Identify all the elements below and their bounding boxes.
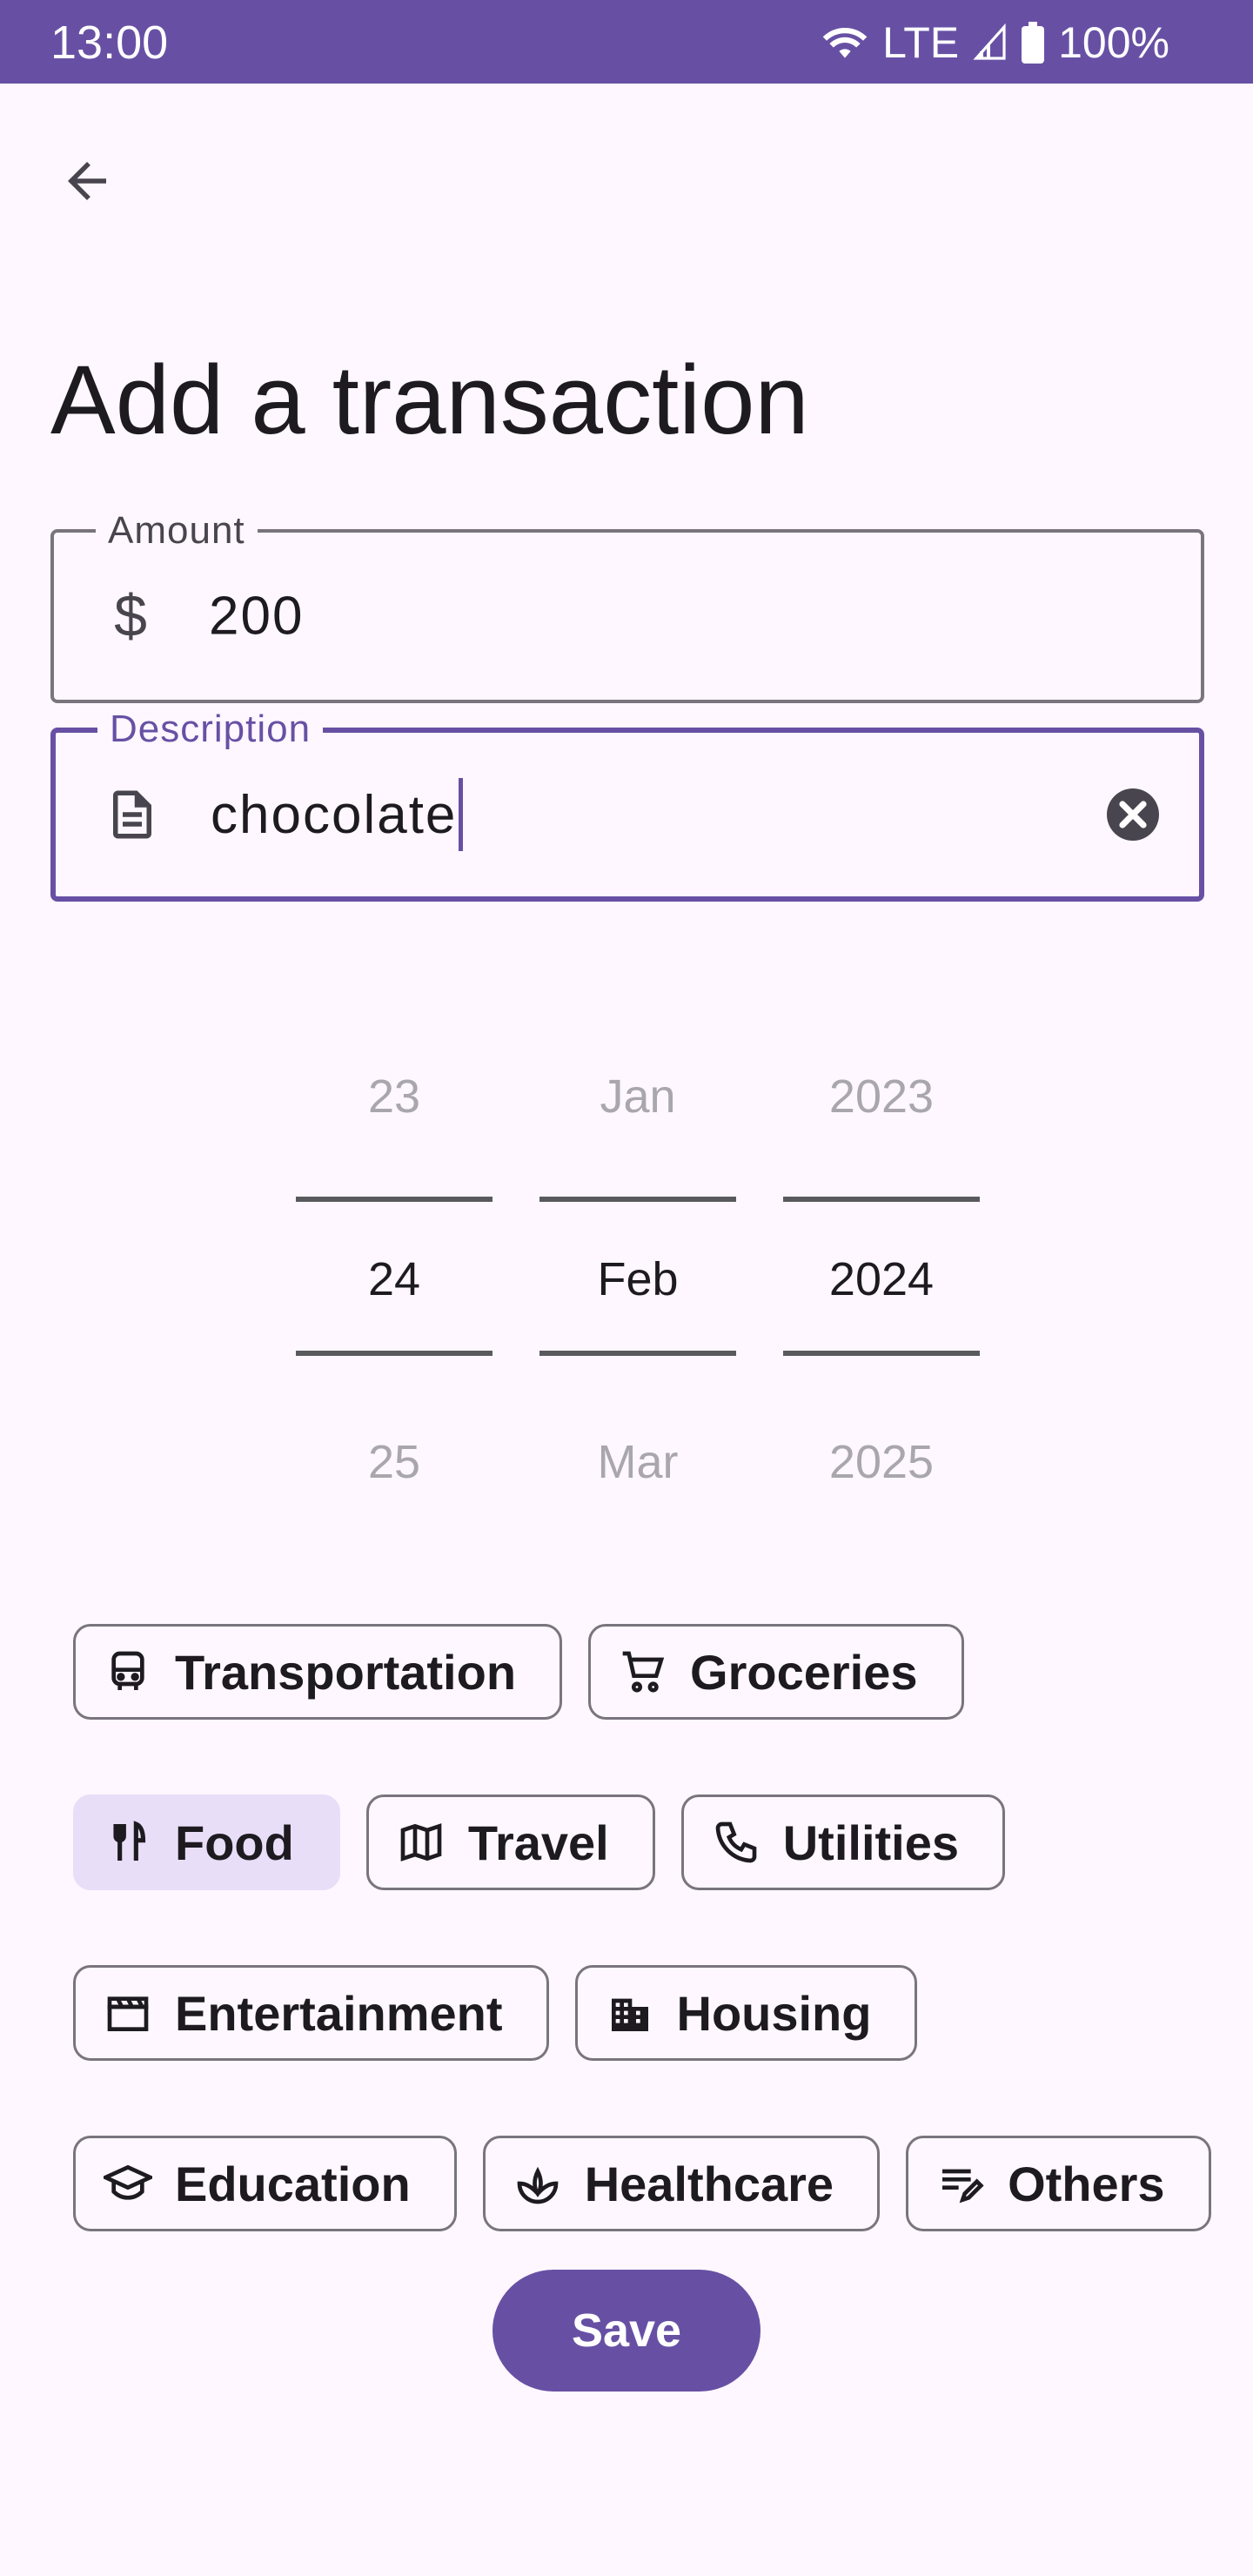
month-divider-top bbox=[539, 1197, 736, 1202]
chip-label: Entertainment bbox=[175, 1985, 503, 2041]
document-icon bbox=[101, 783, 164, 846]
cutlery-icon bbox=[113, 1821, 146, 1861]
chip-travel[interactable]: Travel bbox=[365, 1794, 655, 1890]
status-bar: 13:00 LTE 100% bbox=[0, 0, 1253, 84]
year-divider-top bbox=[783, 1197, 980, 1202]
chip-transportation[interactable]: Transportation bbox=[73, 1624, 563, 1720]
month-selected[interactable]: Feb bbox=[539, 1249, 736, 1310]
chip-label: Travel bbox=[467, 1815, 609, 1870]
status-time: 13:00 bbox=[50, 17, 169, 69]
spa-icon bbox=[517, 2166, 559, 2204]
chip-label: Food bbox=[175, 1815, 294, 1870]
day-next[interactable]: 25 bbox=[296, 1432, 492, 1493]
month-next[interactable]: Mar bbox=[539, 1432, 736, 1493]
map-icon bbox=[400, 1823, 442, 1862]
bus-icon bbox=[111, 1651, 144, 1690]
day-prev[interactable]: 23 bbox=[296, 1066, 492, 1127]
chip-row-2: Food Travel Utilities bbox=[73, 1794, 1005, 1890]
chip-row-1: Transportation Groceries bbox=[73, 1624, 964, 1720]
cart-icon bbox=[622, 1651, 665, 1693]
month-picker[interactable]: Jan Feb Mar bbox=[539, 1044, 736, 1532]
amount-field[interactable]: Amount $ 200 bbox=[50, 506, 1204, 703]
chip-label: Healthcare bbox=[584, 2156, 834, 2211]
chip-label: Transportation bbox=[175, 1644, 517, 1700]
month-divider-bottom bbox=[539, 1351, 736, 1356]
amount-label: Amount bbox=[96, 506, 258, 555]
chip-housing[interactable]: Housing bbox=[574, 1965, 918, 2061]
page-title: Add a transaction bbox=[50, 345, 809, 454]
wifi-icon bbox=[822, 27, 868, 58]
chip-row-3: Entertainment Housing bbox=[73, 1965, 918, 2061]
signal-icon bbox=[973, 23, 1006, 60]
chip-healthcare[interactable]: Healthcare bbox=[482, 2136, 881, 2231]
chip-label: Education bbox=[175, 2156, 411, 2211]
clapperboard-icon bbox=[107, 1996, 149, 2031]
year-next[interactable]: 2025 bbox=[783, 1432, 980, 1493]
year-picker[interactable]: 2023 2024 2025 bbox=[783, 1044, 980, 1532]
description-label: Description bbox=[97, 705, 324, 754]
notes-icon bbox=[942, 2169, 984, 2204]
description-field[interactable]: Description chocolate bbox=[50, 705, 1204, 902]
chip-row-4: Education Healthcare Others bbox=[73, 2136, 1211, 2231]
chip-others[interactable]: Others bbox=[906, 2136, 1211, 2231]
phone-icon bbox=[715, 1821, 757, 1863]
amount-value: 200 bbox=[209, 586, 305, 647]
year-selected[interactable]: 2024 bbox=[783, 1249, 980, 1310]
chip-label: Others bbox=[1008, 2156, 1165, 2211]
chip-education[interactable]: Education bbox=[73, 2136, 457, 2231]
day-picker[interactable]: 23 24 25 bbox=[296, 1044, 492, 1532]
day-divider-top bbox=[296, 1197, 492, 1202]
network-type: LTE bbox=[882, 18, 960, 67]
battery-level: 100% bbox=[1058, 18, 1169, 67]
chip-entertainment[interactable]: Entertainment bbox=[73, 1965, 549, 2061]
month-prev[interactable]: Jan bbox=[539, 1066, 736, 1127]
description-value: chocolate bbox=[211, 778, 464, 851]
status-icons: LTE 100% bbox=[821, 16, 1169, 70]
description-text: chocolate bbox=[211, 784, 458, 845]
graduation-cap-icon bbox=[104, 2164, 152, 2200]
chip-groceries[interactable]: Groceries bbox=[588, 1624, 964, 1720]
year-divider-bottom bbox=[783, 1351, 980, 1356]
day-selected[interactable]: 24 bbox=[296, 1249, 492, 1310]
chip-food[interactable]: Food bbox=[73, 1794, 340, 1890]
save-button[interactable]: Save bbox=[492, 2270, 761, 2392]
chip-label: Utilities bbox=[782, 1815, 959, 1870]
arrow-back-icon bbox=[68, 162, 106, 200]
back-button[interactable] bbox=[45, 139, 129, 223]
building-icon bbox=[611, 1998, 648, 2031]
clear-text-icon[interactable] bbox=[1102, 783, 1164, 846]
chip-utilities[interactable]: Utilities bbox=[680, 1794, 1005, 1890]
dollar-icon: $ bbox=[114, 583, 147, 649]
year-prev[interactable]: 2023 bbox=[783, 1066, 980, 1127]
text-cursor bbox=[459, 778, 464, 851]
battery-icon bbox=[1022, 22, 1045, 64]
chip-label: Groceries bbox=[690, 1644, 918, 1700]
chip-label: Housing bbox=[676, 1985, 872, 2041]
day-divider-bottom bbox=[296, 1351, 492, 1356]
